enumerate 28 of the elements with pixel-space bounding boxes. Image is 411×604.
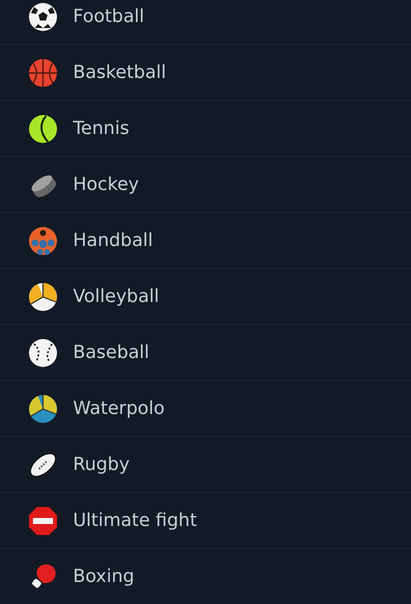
sport-item[interactable]: Waterpolo (0, 381, 411, 437)
sport-label: Volleyball (73, 286, 160, 307)
water-polo-ball-icon (28, 394, 58, 424)
sport-label: Football (73, 6, 144, 27)
sport-item[interactable]: Rugby (0, 437, 411, 493)
sport-item[interactable]: Ultimate fight (0, 493, 411, 549)
sport-item[interactable]: Football (0, 0, 411, 45)
handball-icon (28, 226, 58, 256)
sport-label: Basketball (73, 62, 166, 83)
sport-item[interactable]: Baseball (0, 325, 411, 381)
baseball-icon (28, 338, 58, 368)
volleyball-icon (28, 282, 58, 312)
sport-label: Hockey (73, 174, 139, 195)
basketball-icon (28, 58, 58, 88)
sport-label: Baseball (73, 342, 150, 363)
sport-item[interactable]: Volleyball (0, 269, 411, 325)
sport-item[interactable]: Boxing (0, 549, 411, 604)
sport-item[interactable]: Basketball (0, 45, 411, 101)
sport-label: Tennis (73, 118, 130, 139)
tennis-ball-icon (28, 114, 58, 144)
sport-label: Boxing (73, 566, 134, 587)
sport-label: Rugby (73, 454, 130, 475)
sport-item[interactable]: Tennis (0, 101, 411, 157)
sport-item[interactable]: Handball (0, 213, 411, 269)
sport-label: Waterpolo (73, 398, 165, 419)
sport-label: Ultimate fight (73, 510, 197, 531)
sport-item[interactable]: Hockey (0, 157, 411, 213)
sport-label: Handball (73, 230, 153, 251)
